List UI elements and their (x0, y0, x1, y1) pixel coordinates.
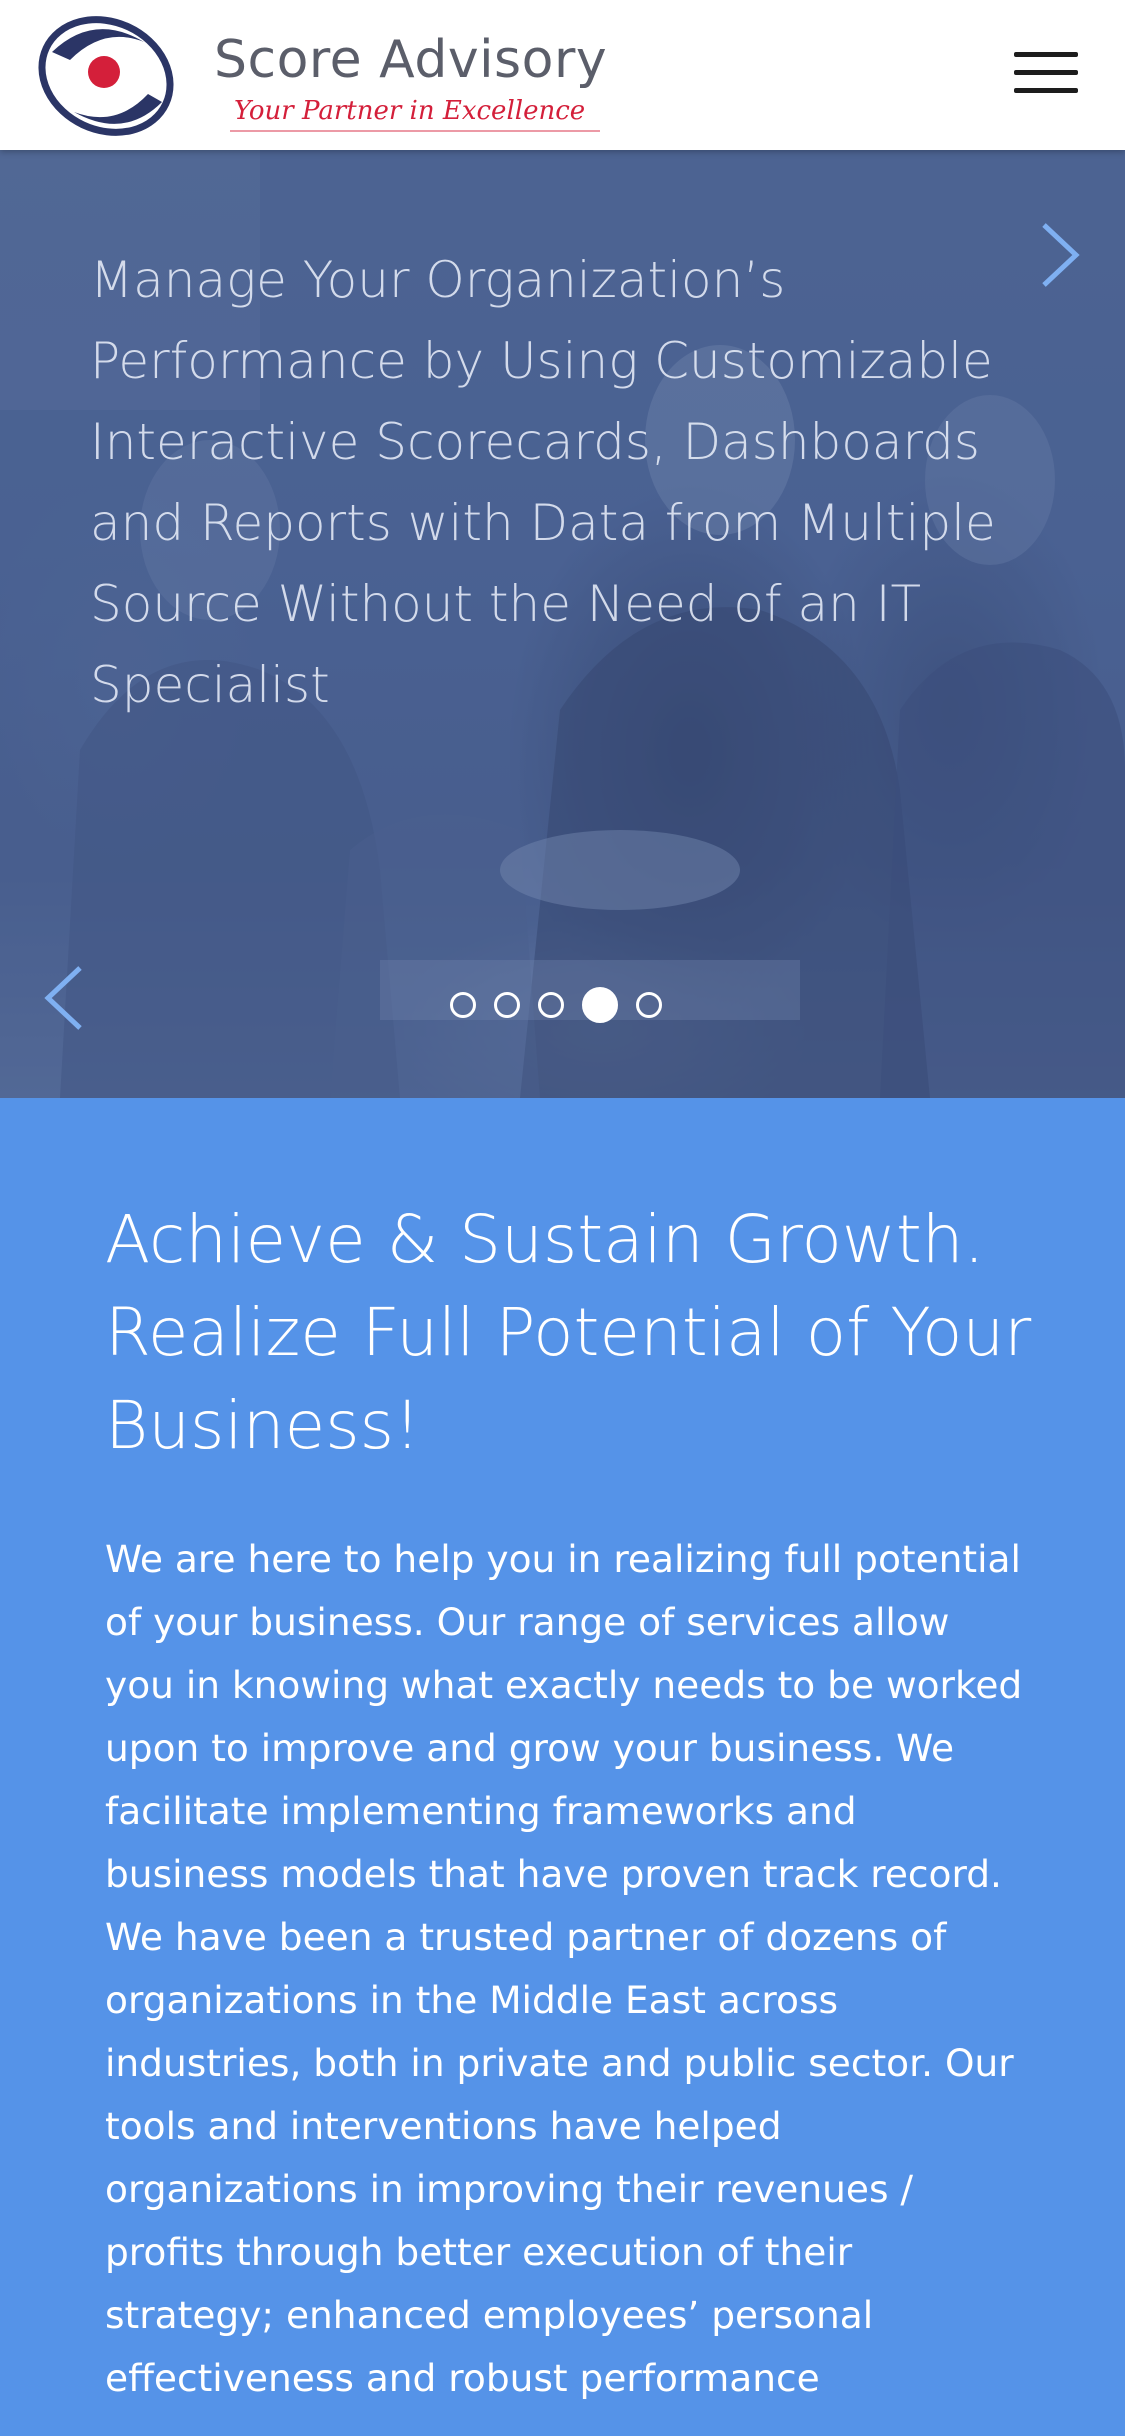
brand-name: Score Advisory (214, 30, 608, 90)
about-heading: Achieve & Sustain Growth. Realize Full P… (105, 1201, 1032, 1464)
site-header: Score Advisory Your Partner in Excellenc… (0, 0, 1125, 150)
about-body-text: We are here to help you in realizing ful… (105, 1537, 1023, 2400)
score-advisory-logo-icon (38, 16, 174, 136)
slider-dot-5[interactable] (636, 992, 662, 1018)
slider-pagination (450, 985, 680, 1025)
chevron-right-icon (1042, 223, 1080, 287)
tagline-underline (230, 130, 600, 132)
hero-heading: Manage Your Organization’s Performance b… (90, 251, 996, 714)
slider-dot-4[interactable] (582, 987, 618, 1023)
hero-slider: Manage Your Organization’s Performance b… (0, 150, 1125, 1098)
site-logo[interactable]: Score Advisory Your Partner in Excellenc… (34, 12, 634, 140)
chevron-left-icon (44, 966, 82, 1030)
brand-tagline: Your Partner in Excellence (234, 96, 586, 126)
slider-next-button[interactable] (1030, 215, 1090, 295)
hamburger-menu-icon[interactable] (1012, 46, 1082, 102)
slider-dot-2[interactable] (494, 992, 520, 1018)
slider-dot-1[interactable] (450, 992, 476, 1018)
about-section: Achieve & Sustain Growth. Realize Full P… (0, 1098, 1125, 2436)
slider-dot-3[interactable] (538, 992, 564, 1018)
slider-prev-button[interactable] (32, 958, 92, 1038)
